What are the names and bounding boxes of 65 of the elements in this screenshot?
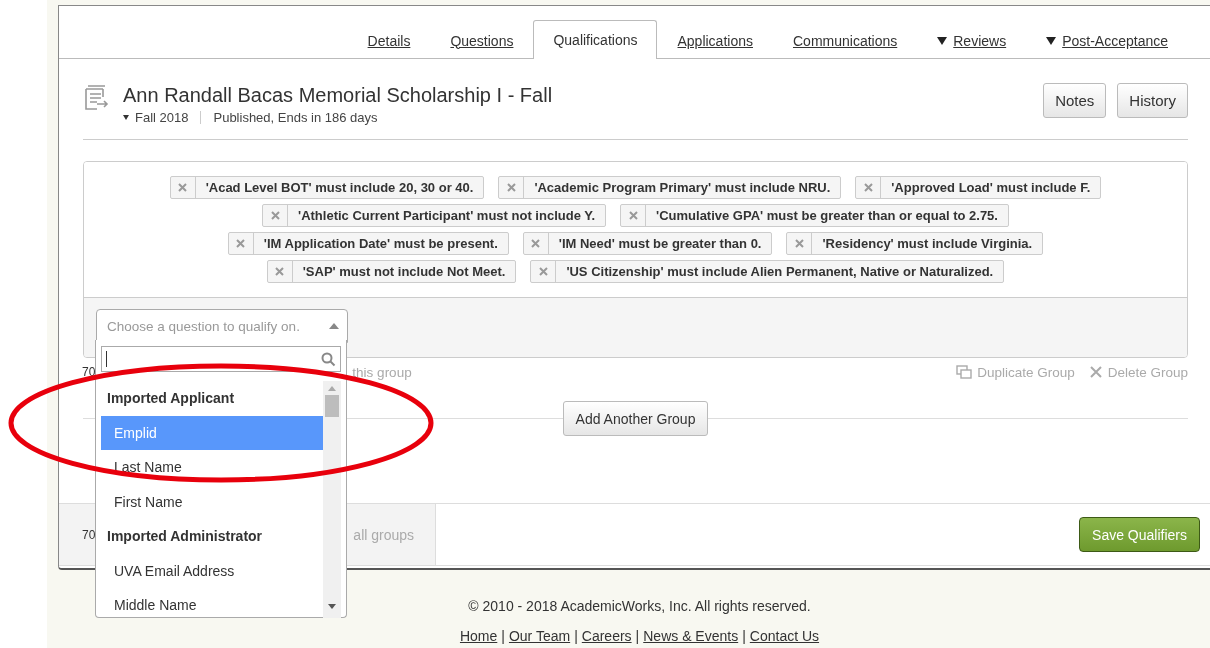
condition-tag: 'SAP' must not include Not Meet.	[266, 260, 517, 283]
condition-tag: 'US Citizenship' must include Alien Permanent, Native or Naturalized.	[530, 260, 1005, 283]
tab[interactable]: Details	[347, 21, 431, 59]
link-separator: |	[501, 628, 505, 644]
link-separator: |	[742, 628, 746, 644]
scroll-down-icon	[327, 603, 337, 610]
scrollbar[interactable]	[323, 381, 341, 618]
condition-tag: 'Academic Program Primary' must include NRU.	[498, 176, 842, 199]
count-label: all groups	[353, 526, 415, 543]
footer-link[interactable]: Home	[459, 628, 498, 644]
condition-tag: 'Cumulative GPA' must be greater than or equal to 2.75.	[620, 204, 1009, 227]
footer-link[interactable]: Careers	[581, 628, 632, 644]
tab[interactable]: Post-Acceptance	[1026, 21, 1188, 59]
caret-icon	[123, 115, 129, 120]
footer-link[interactable]: News & Events	[643, 628, 739, 644]
search-field[interactable]	[101, 346, 341, 372]
scroll-up-icon	[327, 385, 337, 392]
tab[interactable]: Reviews	[917, 21, 1027, 59]
close-icon	[506, 183, 516, 192]
option-group-label: Imported Administrator	[106, 527, 264, 547]
option-group-label: Imported Applicant	[106, 389, 236, 409]
condition-tag: 'Approved Load' must include F.	[855, 176, 1102, 199]
close-icon	[236, 239, 246, 248]
caret-icon	[937, 36, 948, 45]
close-icon	[1088, 365, 1103, 379]
copyright-text: © 2010 - 2018 AcademicWorks, Inc. All rights reserved.	[467, 598, 811, 614]
close-icon	[275, 267, 285, 276]
tab[interactable]: Questions	[430, 21, 534, 59]
dropdown-option[interactable]: UVA Email Address	[101, 553, 323, 588]
footer-link[interactable]: Contact Us	[749, 628, 820, 644]
count-label: this group	[352, 364, 412, 380]
copy-icon	[956, 365, 973, 379]
close-icon	[178, 183, 188, 192]
condition-tag: 'IM Application Date' must be present.	[227, 232, 509, 255]
close-icon	[270, 211, 280, 220]
close-icon	[628, 211, 638, 220]
close-icon	[538, 267, 548, 276]
search-icon	[321, 351, 336, 367]
dropdown-option[interactable]: Middle Name	[101, 588, 323, 618]
condition-tag: 'Acad Level BOT' must include 20, 30 or 40.	[169, 176, 485, 199]
dropdown-option[interactable]: First Name	[101, 484, 323, 519]
tab[interactable]: Communications	[773, 21, 918, 59]
applicant-count: 70	[82, 527, 96, 542]
condition-tag: 'Residency' must include Virginia.	[786, 232, 1044, 255]
applicant-count: 70	[82, 365, 96, 379]
status-text: Published, Ends in 186 days	[213, 110, 378, 125]
condition-tag: 'IM Need' must be greater than 0.	[522, 232, 773, 255]
add-group-button[interactable]: Add Another Group	[562, 401, 709, 436]
cycle-selector[interactable]: Fall 2018	[123, 110, 189, 125]
scrollbar-thumb[interactable]	[325, 395, 339, 417]
opportunity-title: Ann Randall Bacas Memorial Scholarship I - Fall	[123, 84, 553, 107]
caret-icon	[1046, 36, 1057, 45]
close-icon	[531, 239, 541, 248]
condition-tag: 'Athletic Current Participant' must not include Y.	[262, 204, 607, 227]
close-icon	[795, 239, 804, 248]
link-separator: |	[574, 628, 578, 644]
link-separator: |	[635, 628, 640, 644]
history-button[interactable]: History	[1117, 83, 1188, 118]
text-cursor	[106, 351, 107, 367]
tab[interactable]: Qualifications	[533, 20, 658, 59]
tab[interactable]: Applications	[657, 21, 773, 59]
notes-button[interactable]: Notes	[1043, 83, 1107, 118]
close-icon	[863, 183, 873, 192]
footer-link[interactable]: Our Team	[508, 628, 571, 644]
document-icon	[83, 83, 109, 111]
